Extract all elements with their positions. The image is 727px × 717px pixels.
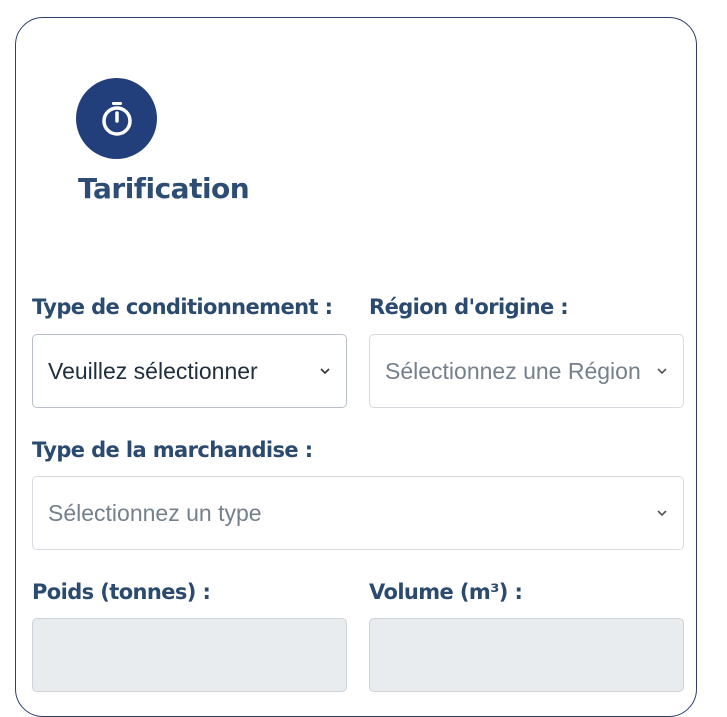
region-select[interactable]: Sélectionnez une Région [369, 334, 684, 408]
conditionnement-select[interactable]: Veuillez sélectionner [32, 334, 347, 408]
volume-input[interactable] [369, 618, 684, 692]
marchandise-select[interactable]: Sélectionnez un type [32, 476, 684, 550]
region-label: Région d'origine : [369, 295, 569, 319]
conditionnement-value: Veuillez sélectionner [48, 357, 258, 384]
chevron-down-icon [657, 510, 667, 517]
page-title: Tarification [78, 172, 250, 205]
chevron-down-icon [320, 368, 330, 375]
poids-input[interactable] [32, 618, 347, 692]
region-placeholder: Sélectionnez une Région [385, 357, 641, 384]
marchandise-placeholder: Sélectionnez un type [48, 499, 262, 526]
stopwatch-icon [76, 78, 157, 159]
volume-label: Volume (m³) : [369, 580, 523, 604]
chevron-down-icon [657, 368, 667, 375]
tarification-card: Tarification Type de conditionnement : V… [15, 17, 697, 717]
marchandise-label: Type de la marchandise : [32, 438, 313, 462]
poids-label: Poids (tonnes) : [32, 580, 211, 604]
conditionnement-label: Type de conditionnement : [32, 295, 333, 319]
